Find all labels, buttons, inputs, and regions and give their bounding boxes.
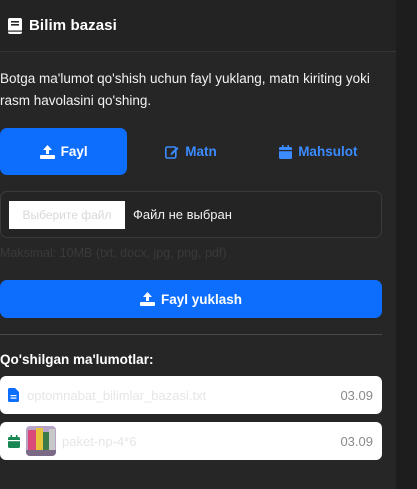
item-name: optomnabat_bilimlar_bazasi.txt [27, 387, 207, 403]
section-title: Qo'shilgan ma'lumotlar: [0, 352, 154, 367]
upload-button-label: Fayl yuklash [160, 291, 243, 307]
tab-matn[interactable]: Matn [127, 128, 254, 175]
edit-icon [165, 145, 185, 159]
item-name: paket-np-4*6 [62, 433, 137, 449]
item-date: 03.09 [340, 387, 373, 403]
divider [0, 334, 382, 335]
choose-file-button[interactable]: Выберите файл [9, 200, 125, 229]
page-title: Bilim bazasi [29, 17, 117, 34]
tab-label: Mahsulot [298, 144, 358, 159]
file-size-hint: Maksimal: 10MB (txt, docx, jpg, png, pdf… [0, 246, 227, 260]
file-icon [8, 388, 19, 402]
product-thumbnail [26, 426, 56, 456]
upload-file-button[interactable]: Fayl yuklash [0, 280, 382, 318]
upload-icon [39, 144, 61, 159]
item-date: 03.09 [340, 433, 373, 449]
tab-fayl[interactable]: Fayl [0, 128, 128, 175]
list-item[interactable]: paket-np-4*6 03.09 [0, 422, 382, 460]
tab-label: Matn [185, 144, 217, 159]
tab-bar: Fayl Matn Mahsulot [0, 128, 382, 175]
box-icon [279, 144, 298, 159]
tab-label: Fayl [60, 144, 88, 159]
file-input[interactable]: Выберите файл Файл не выбран [0, 191, 382, 238]
box-icon [8, 434, 20, 448]
file-status-text: Файл не выбран [133, 207, 232, 222]
tab-mahsulot[interactable]: Mahsulot [255, 128, 382, 175]
upload-icon [139, 292, 161, 306]
list-item[interactable]: optomnabat_bilimlar_bazasi.txt 03.09 [0, 376, 382, 414]
description-text: Botga ma'lumot qo'shish uchun fayl yukla… [0, 71, 370, 108]
scrollbar[interactable] [396, 0, 417, 489]
panel-header: Bilim bazasi [0, 0, 396, 52]
knowledge-panel: Bilim bazasi Botga ma'lumot qo'shish uch… [0, 0, 396, 489]
book-icon [8, 17, 22, 34]
